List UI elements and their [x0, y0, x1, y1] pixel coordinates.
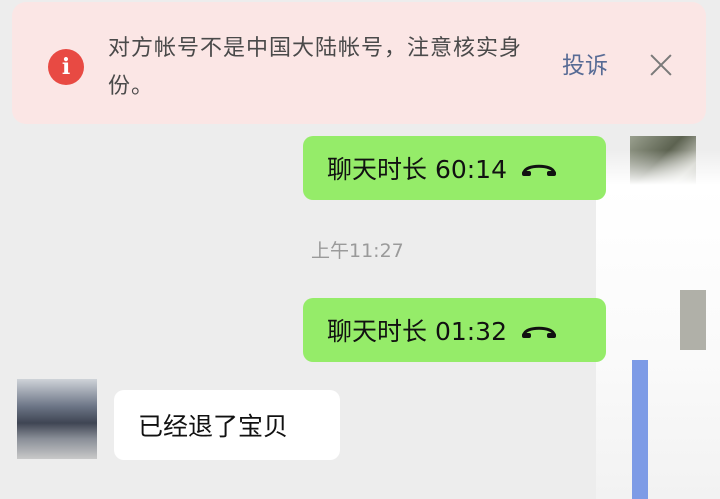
- foreign-account-warning-banner: i 对方帐号不是中国大陆帐号，注意核实身份。 投诉: [12, 2, 706, 124]
- message-text: 已经退了宝贝: [138, 412, 289, 441]
- blurred-area-detail: [680, 290, 706, 350]
- blurred-area-detail: [632, 360, 648, 499]
- contact-avatar[interactable]: [17, 379, 97, 459]
- close-icon[interactable]: [644, 48, 678, 82]
- warning-text: 对方帐号不是中国大陆帐号，注意核实身份。: [108, 36, 523, 99]
- call-duration-message[interactable]: 聊天时长 60:14: [303, 136, 606, 200]
- exclamation-circle-icon: i: [48, 49, 84, 85]
- call-duration-label: 聊天时长 01:32: [327, 317, 507, 346]
- phone-hangup-icon: [522, 326, 556, 338]
- message-timestamp: 上午11:27: [311, 240, 404, 262]
- report-button[interactable]: 投诉: [562, 49, 608, 83]
- phone-hangup-icon: [522, 164, 556, 176]
- call-duration-label: 聊天时长 60:14: [327, 155, 507, 184]
- incoming-text-message[interactable]: 已经退了宝贝: [114, 390, 340, 460]
- call-duration-message[interactable]: 聊天时长 01:32: [303, 298, 606, 362]
